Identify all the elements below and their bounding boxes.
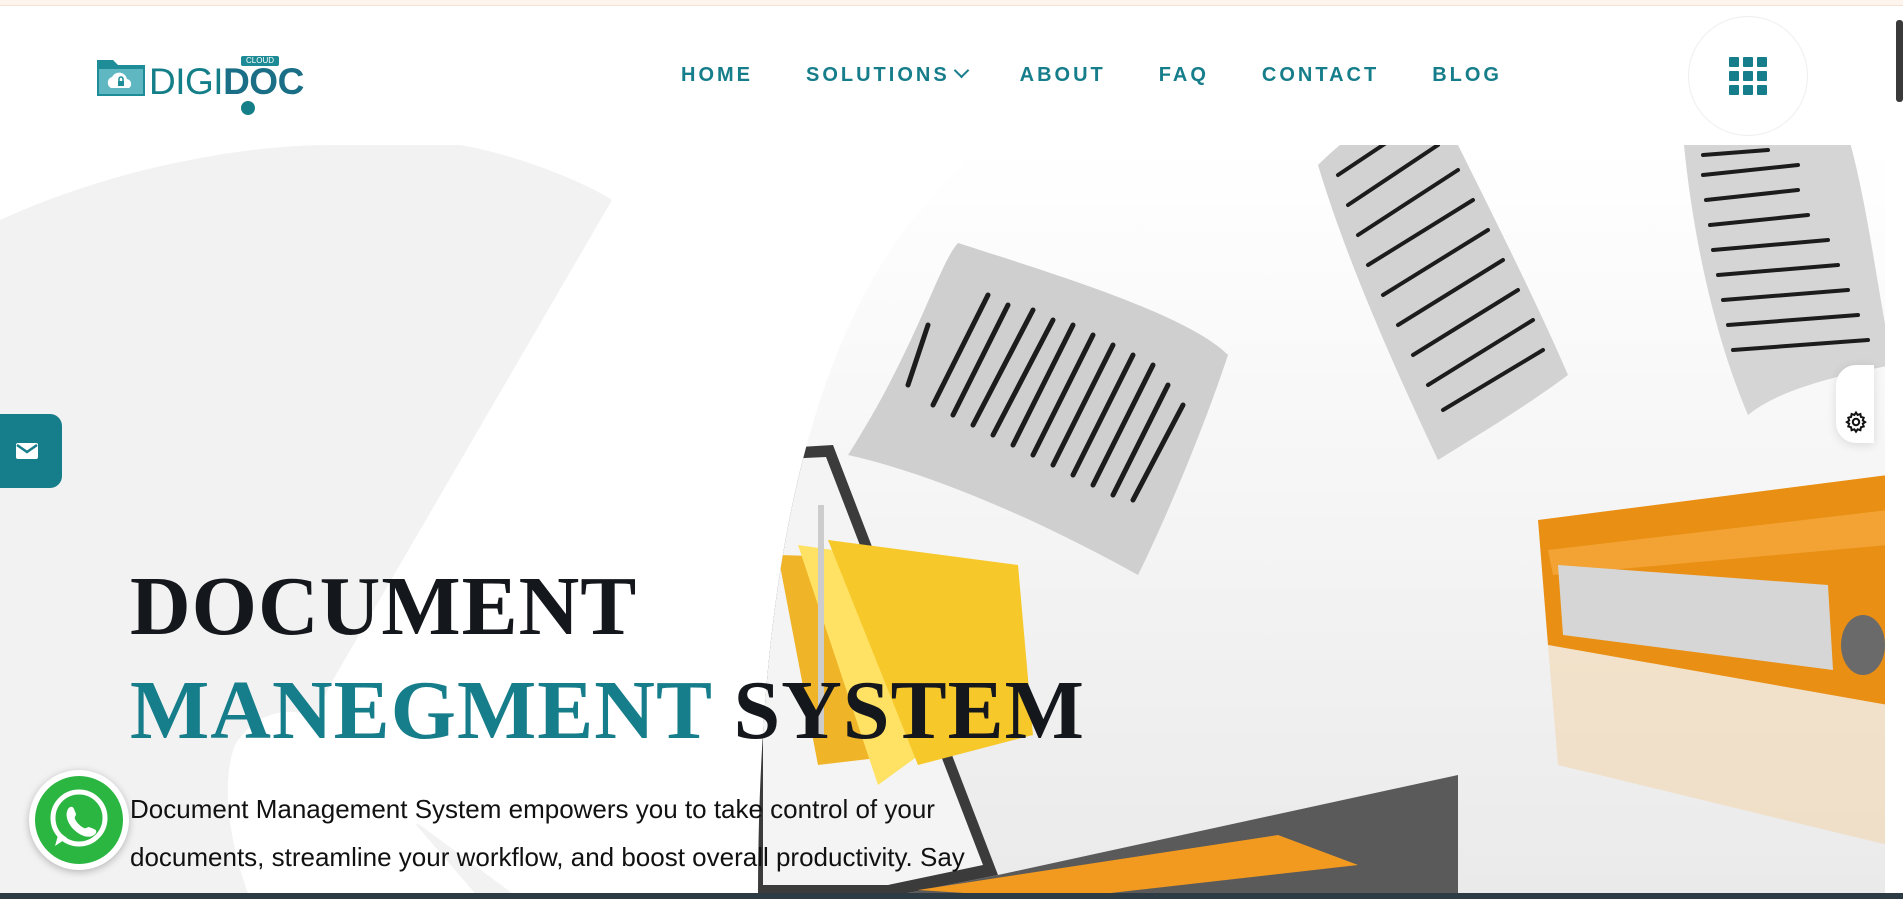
grid-menu-icon bbox=[1729, 57, 1767, 95]
headline-accent: MANEGMENT bbox=[130, 664, 712, 757]
whatsapp-icon bbox=[35, 776, 123, 864]
folder-cloud-icon bbox=[97, 60, 145, 96]
bottom-strip bbox=[0, 893, 1903, 899]
logo-cloud-tag: CLOUD bbox=[241, 56, 280, 66]
chevron-down-icon bbox=[953, 62, 969, 79]
settings-button[interactable] bbox=[1836, 365, 1874, 443]
nav-blog[interactable]: BLOG bbox=[1432, 62, 1502, 88]
headline-line1: DOCUMENT bbox=[130, 560, 638, 653]
mail-icon bbox=[16, 443, 38, 459]
grid-menu-button[interactable] bbox=[1688, 16, 1808, 136]
site-logo[interactable]: DIGIDOC CLOUD bbox=[95, 50, 305, 116]
headline-rest: SYSTEM bbox=[733, 664, 1085, 757]
logo-dot bbox=[241, 101, 255, 115]
nav-solutions[interactable]: SOLUTIONS bbox=[806, 62, 969, 88]
nav-home[interactable]: HOME bbox=[681, 62, 753, 88]
hero-headline: DOCUMENT MANEGMENT SYSTEM bbox=[130, 555, 1085, 763]
scrollbar-thumb[interactable] bbox=[1896, 20, 1903, 102]
logo-wordmark: DIGIDOC bbox=[149, 61, 304, 102]
nav-faq[interactable]: FAQ bbox=[1159, 62, 1209, 88]
top-rule bbox=[0, 0, 1903, 6]
hero-description: Document Management System empowers you … bbox=[130, 794, 965, 872]
whatsapp-button[interactable] bbox=[29, 770, 129, 870]
hero-section: DOCUMENT MANEGMENT SYSTEM Document Manag… bbox=[0, 145, 1885, 899]
mail-button[interactable] bbox=[0, 414, 62, 488]
main-nav: HOME SOLUTIONS ABOUT FAQ CONTACT BLOG bbox=[681, 62, 1555, 88]
nav-about[interactable]: ABOUT bbox=[1020, 62, 1106, 88]
nav-contact[interactable]: CONTACT bbox=[1262, 62, 1379, 88]
gear-icon bbox=[1845, 410, 1867, 434]
